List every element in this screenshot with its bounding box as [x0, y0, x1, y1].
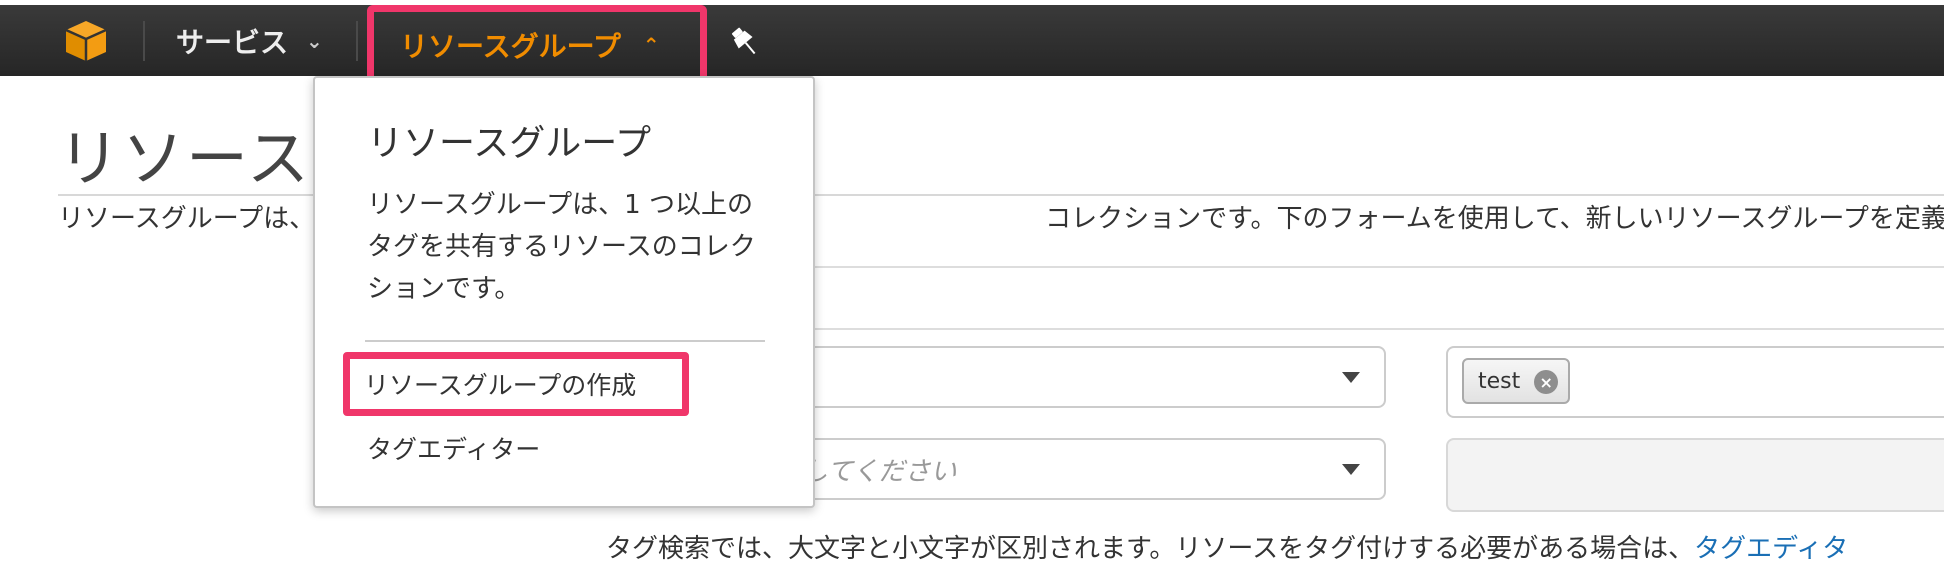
aws-cube-icon[interactable]	[62, 19, 110, 63]
tag-key-select[interactable]	[780, 346, 1386, 408]
select-placeholder: してください	[802, 456, 957, 487]
tag-editor-item[interactable]: タグエディター	[367, 430, 540, 466]
nav-divider	[356, 21, 358, 61]
chevron-up-icon: ⌃	[642, 33, 660, 57]
dropdown-divider	[365, 340, 765, 342]
pin-icon[interactable]	[730, 25, 760, 59]
tag-editor-link[interactable]: タグエディタ	[1694, 534, 1848, 564]
hint-text: タグ検索では、大文字と小文字が区別されます。リソースをタグ付けする必要がある場合…	[606, 528, 1944, 568]
intro-prefix: リソースグループは、	[58, 204, 316, 232]
tag-values-input[interactable]: test ×	[1446, 346, 1944, 418]
resource-groups-menu-button[interactable]: リソースグループ ⌃	[367, 5, 707, 85]
caret-down-icon	[1342, 464, 1360, 475]
chevron-down-icon: ⌄	[306, 29, 323, 53]
caret-down-icon	[1342, 372, 1360, 383]
dropdown-title: リソースグループ	[367, 123, 652, 164]
dropdown-description: リソースグループは、1 つ以上のタグを共有するリソースのコレクションです。	[367, 190, 756, 304]
form-divider	[806, 328, 1944, 330]
second-tag-key-select[interactable]: してください	[780, 438, 1386, 500]
intro-suffix: コレクションです。下のフォームを使用して、新しいリソースグループを定義します。リ…	[1045, 204, 1944, 232]
resource-groups-label: リソースグループ	[400, 30, 621, 63]
tag-chip: test ×	[1462, 358, 1571, 404]
form-divider	[806, 266, 1944, 268]
top-navigation-bar: サービス ⌄ リソースグループ ⌃	[0, 0, 1944, 85]
services-label: サービス	[176, 26, 289, 59]
hint-body: タグ検索では、大文字と小文字が区別されます。リソースをタグ付けする必要がある場合…	[606, 534, 1695, 564]
create-resource-group-label: リソースグループの作成	[364, 371, 637, 400]
services-menu-button[interactable]: サービス ⌄	[176, 19, 323, 63]
create-resource-group-item[interactable]: リソースグループの作成	[343, 352, 689, 416]
nav-divider	[143, 21, 145, 61]
tag-chip-label: test	[1478, 368, 1521, 394]
second-tag-values-input[interactable]	[1446, 438, 1944, 512]
remove-icon[interactable]: ×	[1534, 370, 1559, 394]
aws-console: リソースグループ リソースグループは、 コレクションです。下のフォームを使用して、…	[0, 0, 1944, 588]
resource-groups-dropdown: リソースグループ リソースグループは、1 つ以上のタグを共有するリソースのコレク…	[313, 76, 815, 508]
